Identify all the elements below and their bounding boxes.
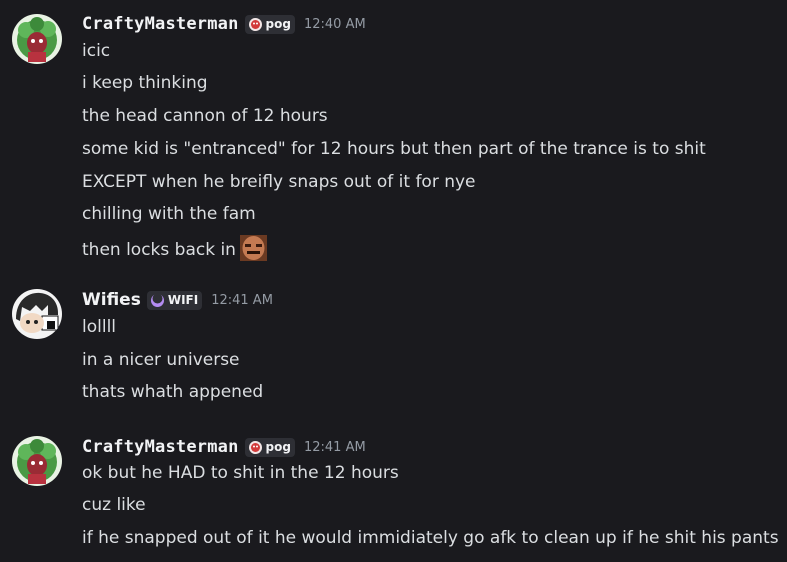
guild-tag[interactable]: pog (244, 437, 295, 457)
message-header: CraftyMasterman pog 12:40 AM (82, 12, 366, 36)
pog-badge-icon (248, 440, 263, 455)
guild-tag[interactable]: pog (244, 14, 295, 34)
guild-tag-label: pog (265, 17, 291, 31)
message-text: then locks back in (82, 240, 236, 260)
timestamp[interactable]: 12:41 AM (304, 440, 366, 455)
message-text: the head cannon of 12 hours (82, 106, 328, 126)
moon-badge-icon (150, 293, 165, 308)
message-text: ok but he HAD to shit in the 12 hours (82, 463, 399, 483)
message-text: EXCEPT when he breifly snaps out of it f… (82, 172, 476, 192)
chat-message-list: CraftyMasterman pog 12:40 AM icic i keep… (0, 0, 787, 562)
message-text: some kid is "entranced" for 12 hours but… (82, 139, 706, 159)
message-header: Wifies WIFI 12:41 AM (82, 288, 273, 312)
message-header: CraftyMasterman pog 12:41 AM (82, 435, 366, 459)
username[interactable]: CraftyMasterman (82, 437, 239, 457)
avatar[interactable] (12, 436, 62, 486)
message-text: lollll (82, 317, 117, 337)
guild-tag-label: WIFI (167, 293, 199, 307)
message-text: cuz like (82, 495, 146, 515)
message-text: in a nicer universe (82, 350, 240, 370)
message-text: if he snapped out of it he would immidia… (82, 528, 779, 548)
message-text: i keep thinking (82, 73, 208, 93)
username[interactable]: Wifies (82, 290, 141, 310)
message-text: icic (82, 41, 111, 61)
timestamp[interactable]: 12:40 AM (304, 17, 366, 32)
face-emoji[interactable] (239, 235, 267, 261)
guild-tag-label: pog (265, 440, 291, 454)
avatar[interactable] (12, 289, 62, 339)
username[interactable]: CraftyMasterman (82, 14, 239, 34)
guild-tag[interactable]: WIFI (146, 290, 203, 310)
message-text: chilling with the fam (82, 204, 256, 224)
avatar[interactable] (12, 14, 62, 64)
pog-badge-icon (248, 17, 263, 32)
message-text-with-emoji: then locks back in (82, 235, 267, 261)
timestamp[interactable]: 12:41 AM (211, 293, 273, 308)
message-text: thats whath appened (82, 382, 264, 402)
